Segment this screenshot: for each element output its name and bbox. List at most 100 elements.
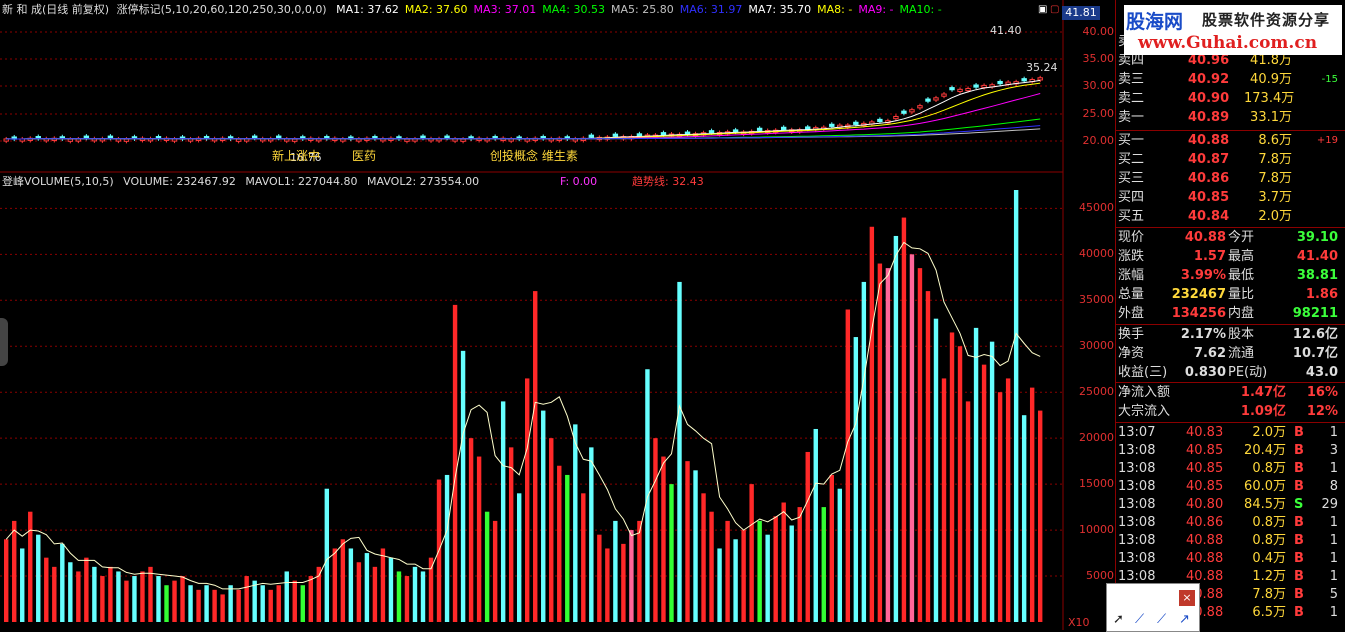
quote-row[interactable]: 总量 232467 量比 1.86 xyxy=(1116,285,1338,304)
candle xyxy=(171,138,178,142)
tick-count: 1 xyxy=(1329,551,1338,566)
cursor-icon[interactable]: ➚ xyxy=(1113,612,1124,627)
quote-value: 39.10 xyxy=(1296,230,1338,245)
floating-toolbar[interactable]: × ➚ ⟋ ⟋ ↗ xyxy=(1106,583,1200,632)
volume-bar xyxy=(981,364,987,622)
tick-volume: 84.5万 xyxy=(1244,497,1286,512)
tick-row[interactable]: 13:08 40.80 84.5万 S 29 xyxy=(1116,495,1338,514)
ma-legend-item: MA2: 37.60 xyxy=(404,3,468,16)
close-icon[interactable]: × xyxy=(1179,590,1195,606)
fundamental-row[interactable]: 净资 7.62 流通 10.7亿 xyxy=(1116,344,1338,363)
volume-bar xyxy=(132,576,137,622)
quote-row[interactable]: 涨跌 1.57 最高 41.40 xyxy=(1116,247,1338,266)
fundamental-label: 流通 xyxy=(1228,346,1255,361)
tick-volume: 0.8万 xyxy=(1252,461,1286,476)
bid-row[interactable]: 买五 40.84 2.0万 xyxy=(1116,207,1338,226)
volume-bar xyxy=(805,451,810,622)
volume-bar xyxy=(893,235,899,622)
candle xyxy=(660,132,667,136)
quote-row[interactable]: 涨幅 3.99% 最低 38.81 xyxy=(1116,266,1338,285)
quote-row[interactable]: 外盘 134256 内盘 98211 xyxy=(1116,304,1338,323)
fundamental-row[interactable]: 收益(三) 0.830 PE(动) 43.0 xyxy=(1116,363,1338,382)
volume-axis-tick: 40000 xyxy=(1079,247,1114,261)
tick-time: 13:07 xyxy=(1118,425,1156,440)
volume-bar xyxy=(300,585,305,622)
volume-bar xyxy=(925,291,931,622)
collapse-icon[interactable]: ▣ xyxy=(1038,4,1047,15)
ask-row[interactable]: 卖一 40.89 33.1万 xyxy=(1116,108,1338,127)
fundamental-value: 10.7亿 xyxy=(1292,346,1338,361)
candle xyxy=(276,135,282,139)
volume-bar xyxy=(140,571,145,622)
volume-bar xyxy=(877,263,883,622)
candle xyxy=(404,138,410,142)
volume-bar xyxy=(637,520,642,622)
volume-bar xyxy=(228,585,233,622)
tick-price: 40.85 xyxy=(1186,479,1224,494)
volume-bar xyxy=(749,484,754,622)
volume-bar xyxy=(733,539,738,622)
volume-bar xyxy=(861,281,867,622)
line-tool-icon[interactable]: ⟋ xyxy=(1135,612,1144,627)
tick-row[interactable]: 13:08 40.88 0.8万 B 1 xyxy=(1116,531,1338,550)
tick-side: S xyxy=(1294,497,1304,512)
candle xyxy=(933,97,939,101)
kline-volume-chart[interactable] xyxy=(0,0,1115,630)
candle xyxy=(123,138,130,142)
volume-bar xyxy=(428,557,434,622)
tick-price: 40.80 xyxy=(1186,497,1224,512)
bid-row[interactable]: 买一 40.88 8.6万 +19 xyxy=(1116,131,1338,150)
volume-bar xyxy=(717,548,722,622)
volume-bar xyxy=(348,548,354,622)
fundamental-row[interactable]: 换手 2.17% 股本 12.6亿 xyxy=(1116,325,1338,344)
quote-value: 98211 xyxy=(1292,306,1338,321)
ask-row[interactable]: 卖二 40.90 173.4万 xyxy=(1116,89,1338,108)
line-tool-icon[interactable]: ⟋ xyxy=(1157,612,1166,627)
flow-row[interactable]: 大宗流入 1.09亿 12% xyxy=(1116,402,1338,421)
candle xyxy=(780,126,787,130)
volume-bar xyxy=(84,557,89,622)
candle xyxy=(107,135,114,139)
tick-row[interactable]: 13:07 40.83 2.0万 B 1 xyxy=(1116,423,1338,442)
arrow-tool-icon[interactable]: ↗ xyxy=(1179,612,1190,627)
scroll-handle[interactable] xyxy=(0,318,8,366)
tick-row[interactable]: 13:08 40.85 60.0万 B 8 xyxy=(1116,477,1338,496)
volume-title: 登峰VOLUME(5,10,5) xyxy=(2,175,114,188)
tick-row[interactable]: 13:08 40.85 0.8万 B 1 xyxy=(1116,459,1338,478)
volume-bar xyxy=(396,571,402,622)
mavol1-value: MAVOL1: 227044.80 xyxy=(245,175,358,188)
tick-row[interactable]: 13:08 40.88 0.4万 B 1 xyxy=(1116,549,1338,568)
ask-row[interactable]: 卖三 40.92 40.9万 -15 xyxy=(1116,70,1338,89)
bid-row[interactable]: 买四 40.85 3.7万 xyxy=(1116,188,1338,207)
candle xyxy=(853,121,859,125)
ask-price: 40.92 xyxy=(1188,72,1230,87)
candle xyxy=(588,134,595,138)
tick-count: 1 xyxy=(1329,533,1338,548)
tick-time: 13:08 xyxy=(1118,479,1156,494)
ma-legend-item: MA6: 31.97 xyxy=(679,3,743,16)
volume-bar xyxy=(28,511,33,622)
tick-row[interactable]: 13:08 40.85 20.4万 B 3 xyxy=(1116,441,1338,460)
tick-count: 3 xyxy=(1329,443,1338,458)
bid-row[interactable]: 买二 40.87 7.8万 xyxy=(1116,150,1338,169)
flow-row[interactable]: 净流入额 1.47亿 16% xyxy=(1116,383,1338,402)
volume-bar xyxy=(260,585,265,622)
tick-time: 13:08 xyxy=(1118,497,1156,512)
quote-row[interactable]: 现价 40.88 今开 39.10 xyxy=(1116,228,1338,247)
ask-label: 卖一 xyxy=(1118,110,1145,125)
price-axis-tick: 35.00 xyxy=(1082,52,1115,65)
chart-area[interactable]: 新 和 成(日线 前复权) 涨停标记(5,10,20,60,120,250,30… xyxy=(0,0,1115,630)
volume-bar xyxy=(276,585,281,622)
candle xyxy=(981,84,987,89)
candle xyxy=(877,118,883,123)
tick-row[interactable]: 13:08 40.86 0.8万 B 1 xyxy=(1116,513,1338,532)
candle xyxy=(957,88,963,93)
volume-bar xyxy=(653,438,658,622)
annotation-3: 创投概念 维生素 xyxy=(490,149,578,163)
fundamental-value: 2.17% xyxy=(1180,327,1226,342)
bid-price: 40.86 xyxy=(1188,171,1230,186)
volume-bar xyxy=(236,589,241,622)
close-chart-icon[interactable]: ▢ xyxy=(1050,4,1059,15)
volume-bar xyxy=(669,484,674,622)
bid-row[interactable]: 买三 40.86 7.8万 xyxy=(1116,169,1338,188)
